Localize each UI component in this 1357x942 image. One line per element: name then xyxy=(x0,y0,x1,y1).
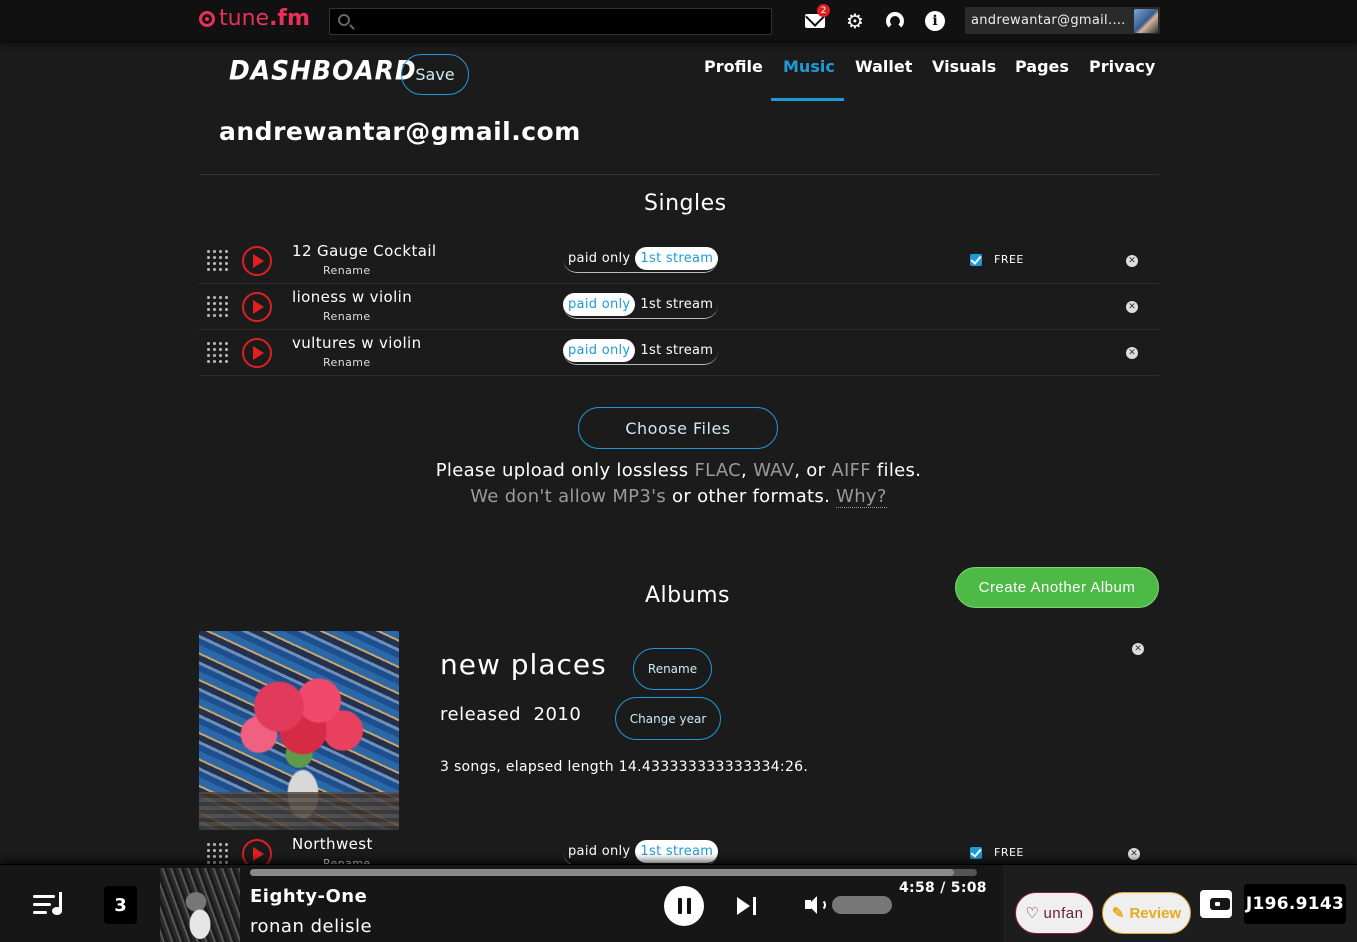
first-stream-option[interactable]: 1st stream xyxy=(635,339,718,362)
gear-icon[interactable]: ⚙ xyxy=(843,9,867,33)
first-stream-option[interactable]: 1st stream xyxy=(635,247,719,270)
singles-title: Singles xyxy=(644,191,727,216)
rename-link[interactable]: Rename xyxy=(323,356,371,369)
mail-icon[interactable]: 2 xyxy=(803,4,830,33)
why-link[interactable]: Why? xyxy=(836,486,887,508)
delete-icon[interactable]: ✕ xyxy=(1128,848,1140,860)
next-track-icon[interactable] xyxy=(737,896,759,916)
album-name: new places xyxy=(440,648,607,681)
pencil-icon: ✎ xyxy=(1111,905,1125,922)
track-name: Northwest xyxy=(292,835,373,853)
delete-icon[interactable]: ✕ xyxy=(1126,255,1138,267)
paid-only-option[interactable]: paid only xyxy=(563,840,635,863)
logo-icon xyxy=(199,10,215,27)
volume-slider[interactable] xyxy=(832,896,892,914)
rename-link[interactable]: Rename xyxy=(323,264,371,277)
drag-handle-icon[interactable] xyxy=(207,342,229,364)
play-button[interactable] xyxy=(242,246,272,276)
unfan-button[interactable]: ♡ unfan xyxy=(1015,892,1094,934)
stream-mode-toggle[interactable]: paid only 1st stream xyxy=(563,838,719,866)
dashboard-title: Dashboard xyxy=(229,55,417,86)
drag-handle-icon[interactable] xyxy=(207,250,229,272)
drag-handle-icon[interactable] xyxy=(207,296,229,318)
search-icon xyxy=(338,14,350,26)
delete-icon[interactable]: ✕ xyxy=(1126,347,1138,359)
paid-only-option[interactable]: paid only xyxy=(563,339,636,362)
album-meta: 3 songs, elapsed length 14.4333333333333… xyxy=(440,759,809,775)
tab-wallet[interactable]: Wallet xyxy=(855,57,912,76)
free-toggle[interactable]: FREE xyxy=(970,846,1024,859)
drag-handle-icon[interactable] xyxy=(207,843,229,865)
heart-icon: ♡ xyxy=(1025,905,1040,922)
rename-link[interactable]: Rename xyxy=(323,310,371,323)
tab-visuals[interactable]: Visuals xyxy=(932,57,996,76)
track-name: vultures w violin xyxy=(292,334,422,352)
stream-mode-toggle[interactable]: paid only 1st stream xyxy=(563,337,719,365)
table-row: vultures w violin Rename paid only 1st s… xyxy=(199,330,1159,376)
queue-count[interactable]: 3 xyxy=(104,886,137,924)
choose-files-button[interactable]: Choose Files xyxy=(578,407,778,449)
balance-display[interactable]: J196.9143 xyxy=(1244,884,1346,924)
time-display: 4:58 / 5:08 xyxy=(899,880,987,896)
albums-title: Albums xyxy=(645,583,730,608)
play-button[interactable] xyxy=(242,292,272,322)
top-bar: tune.fm 2 ⚙ i andrewantar@gmail.com xyxy=(0,0,1357,42)
table-row: lioness w violin Rename paid only 1st st… xyxy=(199,284,1159,330)
avatar xyxy=(1134,8,1158,33)
album-cover[interactable] xyxy=(199,631,399,830)
free-label: FREE xyxy=(994,253,1024,266)
save-button[interactable]: Save xyxy=(401,54,469,95)
tunefm-logo[interactable]: tune.fm xyxy=(199,6,310,31)
free-label: FREE xyxy=(994,846,1024,859)
paid-only-option[interactable]: paid only xyxy=(563,293,636,316)
review-button[interactable]: ✎ Review xyxy=(1102,892,1191,934)
free-checkbox[interactable] xyxy=(970,253,982,266)
play-button[interactable] xyxy=(242,338,272,368)
tab-privacy[interactable]: Privacy xyxy=(1089,57,1155,76)
pause-button[interactable] xyxy=(664,886,704,926)
upload-note-line2: We don't allow MP3's or other formats. W… xyxy=(470,486,887,508)
progress-fill xyxy=(250,869,954,876)
progress-bar[interactable] xyxy=(250,869,977,876)
volume-icon[interactable] xyxy=(805,895,827,915)
delete-album-icon[interactable]: ✕ xyxy=(1132,643,1144,655)
tab-profile[interactable]: Profile xyxy=(704,57,763,76)
stream-mode-toggle[interactable]: paid only 1st stream xyxy=(563,245,719,273)
mail-count-badge: 2 xyxy=(817,4,830,17)
tab-music[interactable]: Music xyxy=(783,57,835,76)
delete-icon[interactable]: ✕ xyxy=(1126,301,1138,313)
album-released: released 2010 xyxy=(440,704,582,725)
paid-only-option[interactable]: paid only xyxy=(563,247,635,270)
now-playing-artist[interactable]: ronan delisle xyxy=(250,916,372,937)
search-bar[interactable] xyxy=(329,8,772,35)
stream-mode-toggle[interactable]: paid only 1st stream xyxy=(563,291,719,319)
upload-note-line1: Please upload only lossless FLAC, WAV, o… xyxy=(435,460,922,481)
active-tab-indicator xyxy=(771,98,844,101)
queue-icon[interactable] xyxy=(33,892,65,918)
account-email: andrewantar@gmail.com xyxy=(219,117,581,146)
track-name: 12 Gauge Cocktail xyxy=(292,242,437,260)
free-toggle[interactable]: FREE xyxy=(970,253,1024,266)
create-album-button[interactable]: Create Another Album xyxy=(955,567,1159,608)
now-playing-art[interactable] xyxy=(160,868,240,942)
divider xyxy=(199,174,1159,175)
player-bar: 3 Eighty-One ronan delisle 4:58 / 5:08 ♡… xyxy=(0,864,1357,942)
table-row: 12 Gauge Cocktail Rename paid only 1st s… xyxy=(199,238,1159,284)
logo-text: tune.fm xyxy=(219,6,310,31)
first-stream-option[interactable]: 1st stream xyxy=(635,840,719,863)
first-stream-option[interactable]: 1st stream xyxy=(635,293,718,316)
tab-pages[interactable]: Pages xyxy=(1015,57,1069,76)
info-icon[interactable]: i xyxy=(923,9,947,33)
change-year-button[interactable]: Change year xyxy=(615,697,721,740)
headphones-icon[interactable] xyxy=(883,9,907,33)
user-menu[interactable]: andrewantar@gmail.com xyxy=(965,7,1160,34)
now-playing-title[interactable]: Eighty-One xyxy=(250,886,367,907)
free-checkbox[interactable] xyxy=(970,846,982,859)
rename-album-button[interactable]: Rename xyxy=(633,648,712,690)
track-name: lioness w violin xyxy=(292,288,413,306)
album-year: 2010 xyxy=(533,704,582,725)
search-input[interactable] xyxy=(358,9,768,34)
username: andrewantar@gmail.com xyxy=(971,13,1130,28)
wallet-icon[interactable] xyxy=(1200,890,1232,918)
